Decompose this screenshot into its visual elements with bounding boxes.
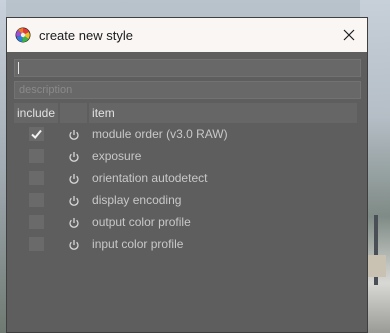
- power-icon: [68, 239, 79, 250]
- column-header-include[interactable]: include: [14, 103, 59, 123]
- description-placeholder: description: [19, 84, 73, 96]
- checkmark-icon: [30, 130, 42, 140]
- power-icon: [68, 217, 79, 228]
- description-input[interactable]: description: [14, 81, 361, 99]
- table-row[interactable]: output color profile: [14, 211, 357, 233]
- style-items-table: include item module order (v3.0 RAW) expo…: [12, 103, 359, 255]
- item-label: orientation autodetect: [92, 171, 208, 185]
- include-checkbox[interactable]: [28, 193, 44, 208]
- include-cell: [14, 189, 58, 211]
- table-row[interactable]: module order (v3.0 RAW): [14, 123, 357, 145]
- power-icon: [68, 173, 79, 184]
- style-name-input[interactable]: [14, 59, 361, 77]
- include-cell: [14, 233, 58, 255]
- item-label: input color profile: [92, 237, 184, 251]
- text-caret: [18, 62, 19, 74]
- power-icon: [68, 195, 79, 206]
- darktable-icon: [15, 27, 31, 43]
- item-label: exposure: [92, 149, 142, 163]
- close-button[interactable]: [339, 25, 359, 45]
- power-cell: [60, 189, 87, 211]
- close-icon: [343, 29, 355, 41]
- item-label: module order (v3.0 RAW): [92, 127, 228, 141]
- power-cell: [60, 233, 87, 255]
- table-header: include item: [14, 103, 357, 123]
- column-header-item[interactable]: item: [89, 103, 357, 123]
- power-icon: [68, 151, 79, 162]
- title-bar: create new style: [7, 18, 367, 52]
- dialog-title: create new style: [39, 27, 133, 43]
- include-cell: [14, 167, 58, 189]
- include-cell: [14, 211, 58, 233]
- power-icon: [68, 129, 79, 140]
- table-row[interactable]: input color profile: [14, 233, 357, 255]
- item-label: display encoding: [92, 193, 182, 207]
- table-row[interactable]: display encoding: [14, 189, 357, 211]
- background-sign: [368, 255, 386, 277]
- power-cell: [60, 211, 87, 233]
- include-checkbox[interactable]: [28, 215, 44, 230]
- create-style-dialog: create new style description include ite…: [6, 17, 368, 333]
- include-checkbox[interactable]: [28, 149, 44, 164]
- item-label: output color profile: [92, 215, 191, 229]
- column-header-blank[interactable]: [60, 103, 88, 123]
- table-row[interactable]: exposure: [14, 145, 357, 167]
- include-checkbox[interactable]: [28, 237, 44, 252]
- power-cell: [60, 145, 87, 167]
- power-cell: [60, 167, 87, 189]
- table-row[interactable]: orientation autodetect: [14, 167, 357, 189]
- include-checkbox[interactable]: [28, 127, 44, 142]
- include-cell: [14, 145, 58, 167]
- include-checkbox[interactable]: [28, 171, 44, 186]
- power-cell: [60, 123, 87, 145]
- include-cell: [14, 123, 58, 145]
